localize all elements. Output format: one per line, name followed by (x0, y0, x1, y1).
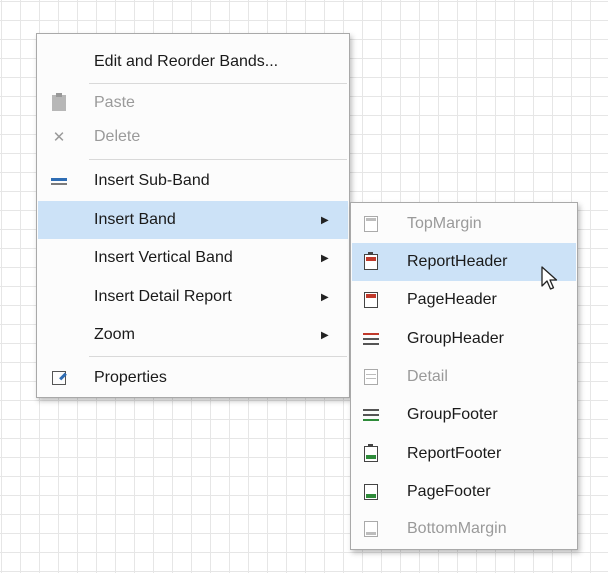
menu-item-paste[interactable]: Paste (38, 84, 348, 122)
submenu-item-report-footer[interactable]: ReportFooter (352, 435, 576, 473)
submenu-item-top-margin[interactable]: TopMargin (352, 205, 576, 243)
submenu-arrow-icon: ▶ (321, 214, 329, 226)
menu-item-label: Paste (94, 94, 135, 111)
menu-separator (89, 159, 347, 160)
paste-icon (49, 93, 69, 113)
submenu-item-label: BottomMargin (407, 520, 507, 537)
report-header-icon (361, 252, 381, 272)
menu-item-label: Insert Vertical Band (94, 249, 233, 266)
menu-separator (89, 356, 347, 357)
submenu-item-label: ReportFooter (407, 445, 502, 462)
menu-item-label: Edit and Reorder Bands... (94, 53, 279, 70)
menu-item-label: Insert Sub-Band (94, 172, 210, 189)
submenu-item-group-footer[interactable]: GroupFooter (352, 396, 576, 434)
menu-item-insert-sub-band[interactable]: Insert Sub-Band (38, 162, 348, 200)
detail-icon (361, 367, 381, 387)
submenu-item-label: GroupHeader (407, 330, 504, 347)
delete-icon: ✕ (52, 129, 66, 146)
report-footer-icon (361, 444, 381, 464)
submenu-item-label: PageFooter (407, 483, 491, 500)
top-margin-icon (361, 214, 381, 234)
menu-item-label: Insert Band (94, 211, 176, 228)
menu-item-label: Zoom (94, 326, 135, 343)
menu-item-properties[interactable]: Properties (38, 359, 348, 397)
submenu-item-label: ReportHeader (407, 253, 508, 270)
insert-band-submenu: TopMargin ReportHeader PageHeader GroupH… (350, 202, 578, 550)
sub-band-icon (49, 171, 69, 191)
submenu-item-label: Detail (407, 368, 448, 385)
mouse-cursor-icon (541, 266, 558, 290)
submenu-arrow-icon: ▶ (321, 329, 329, 341)
menu-item-label: Properties (94, 369, 167, 386)
submenu-item-detail[interactable]: Detail (352, 358, 576, 396)
submenu-arrow-icon: ▶ (321, 252, 329, 264)
page-footer-icon (361, 482, 381, 502)
submenu-item-label: TopMargin (407, 215, 482, 232)
submenu-item-bottom-margin[interactable]: BottomMargin (352, 510, 576, 548)
bottom-margin-icon (361, 519, 381, 539)
submenu-item-label: GroupFooter (407, 406, 498, 423)
context-menu: Edit and Reorder Bands... Paste ✕ Delete… (36, 33, 350, 398)
menu-item-label: Delete (94, 128, 141, 145)
submenu-arrow-icon: ▶ (321, 291, 329, 303)
menu-item-edit-reorder-bands[interactable]: Edit and Reorder Bands... (38, 43, 348, 81)
menu-item-insert-detail-report[interactable]: Insert Detail Report ▶ (38, 278, 348, 316)
submenu-item-label: PageHeader (407, 291, 497, 308)
menu-item-label: Insert Detail Report (94, 288, 232, 305)
menu-item-zoom[interactable]: Zoom ▶ (38, 316, 348, 354)
menu-item-insert-vertical-band[interactable]: Insert Vertical Band ▶ (38, 239, 348, 277)
properties-icon (49, 368, 69, 388)
page-header-icon (361, 290, 381, 310)
group-footer-icon (361, 405, 381, 425)
submenu-item-page-footer[interactable]: PageFooter (352, 473, 576, 511)
submenu-item-group-header[interactable]: GroupHeader (352, 320, 576, 358)
menu-item-delete[interactable]: ✕ Delete (38, 118, 348, 156)
group-header-icon (361, 329, 381, 349)
menu-item-insert-band[interactable]: Insert Band ▶ (38, 201, 348, 239)
